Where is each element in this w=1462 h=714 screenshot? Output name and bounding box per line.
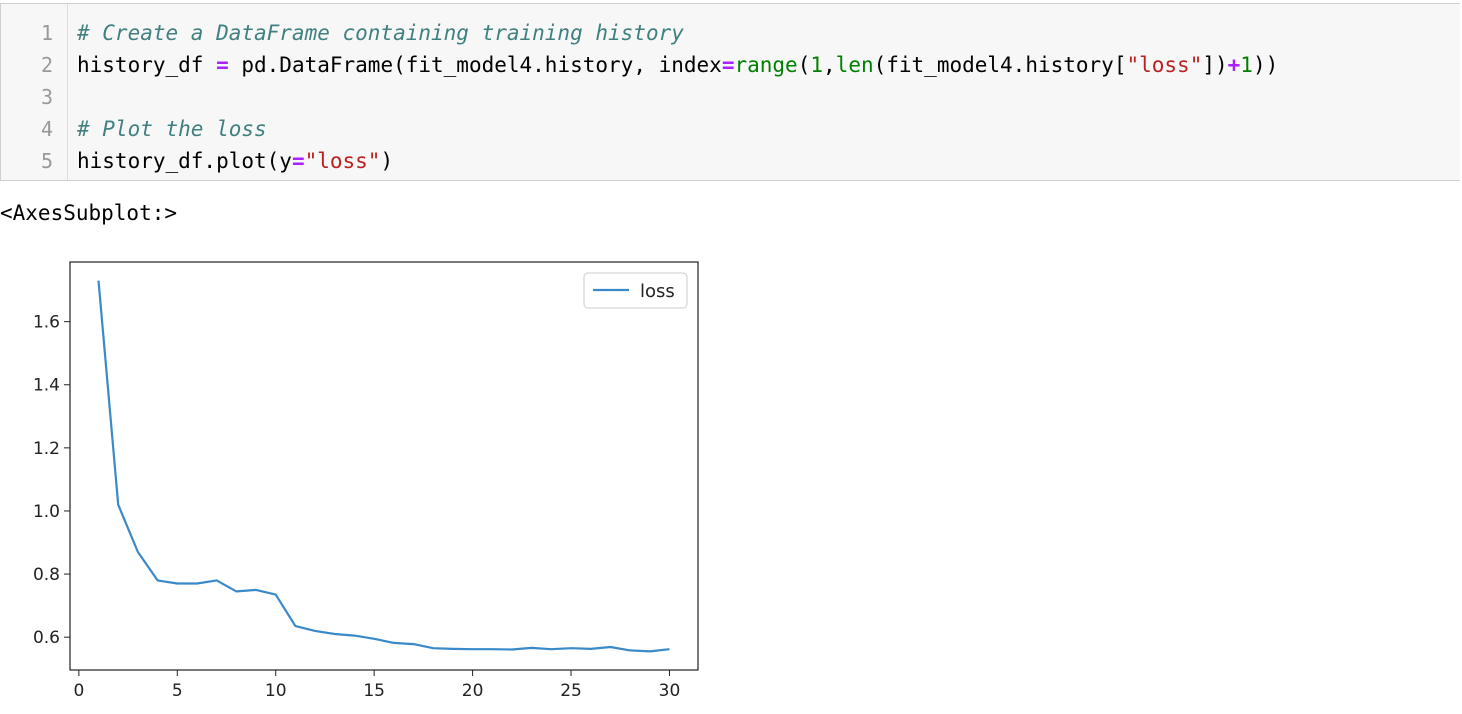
x-tick-label: 10: [265, 681, 287, 701]
line-number: 4: [40, 117, 53, 141]
code-token: pd.DataFrame(fit_model4.history, index: [228, 53, 722, 77]
line-number: 2: [40, 53, 53, 77]
code-token: (: [797, 53, 811, 77]
code-builtin: range: [734, 53, 798, 77]
code-token: history_df: [77, 53, 217, 77]
line-number: 3: [40, 85, 53, 109]
x-tick-label: 30: [659, 681, 681, 701]
y-tick-label: 1.0: [33, 502, 60, 522]
code-comment: # Create a DataFrame containing training…: [77, 21, 684, 45]
series-points: [98, 280, 670, 652]
x-tick-label: 5: [172, 681, 183, 701]
series-line-loss: [97, 280, 670, 653]
y-tick-label: 1.6: [33, 313, 60, 333]
plot-area-frame: [69, 261, 699, 671]
code-string: "loss": [1126, 53, 1203, 77]
code-cell[interactable]: 1 2 3 4 5 # Create a DataFrame containin…: [0, 3, 1460, 181]
legend: loss: [583, 272, 688, 309]
code-comment: # Plot the loss: [77, 117, 267, 141]
code-line-4: # Plot the loss: [77, 116, 267, 142]
code-token: ]): [1202, 53, 1228, 77]
loss-line-chart: 0 5 10 15 20 25 30 0.6 0.8 1.0 1.2 1.4 1.6 loss: [33, 261, 699, 701]
y-tick-label: 1.4: [33, 376, 60, 396]
code-builtin: len: [835, 53, 874, 77]
y-tick-label: 0.8: [33, 565, 60, 585]
code-string: "loss": [304, 149, 381, 173]
code-line-5: history_df.plot(y="loss"): [77, 148, 393, 174]
x-tick-label: 0: [73, 681, 84, 701]
code-operator: +: [1227, 53, 1241, 77]
code-operator: =: [216, 53, 229, 77]
legend-label-loss: loss: [640, 281, 675, 302]
x-tick-label: 20: [462, 681, 484, 701]
code-line-2: history_df = pd.DataFrame(fit_model4.his…: [77, 52, 1278, 78]
code-token: ,: [823, 53, 836, 77]
line-number-gutter: 1 2 3 4 5: [1, 4, 68, 180]
code-line-1: # Create a DataFrame containing training…: [77, 20, 684, 46]
code-token: )): [1252, 53, 1279, 77]
code-number: 1: [810, 53, 824, 77]
x-tick-label: 25: [560, 681, 582, 701]
code-operator: =: [291, 149, 305, 173]
code-operator: =: [721, 53, 735, 77]
code-token: ): [380, 149, 394, 173]
line-number: 5: [40, 149, 53, 173]
y-tick-label: 1.2: [33, 439, 60, 459]
cell-output-repr: <AxesSubplot:>: [0, 201, 178, 225]
x-tick-label: 15: [363, 681, 385, 701]
code-token: history_df.plot(y: [77, 149, 292, 173]
line-number: 1: [40, 21, 53, 45]
code-number: 1: [1240, 53, 1253, 77]
chart-ticks: 0 5 10 15 20 25 30 0.6 0.8 1.0 1.2 1.4 1.6: [33, 313, 680, 701]
y-tick-label: 0.6: [33, 628, 60, 648]
code-token: (fit_model4.history[: [873, 53, 1127, 77]
